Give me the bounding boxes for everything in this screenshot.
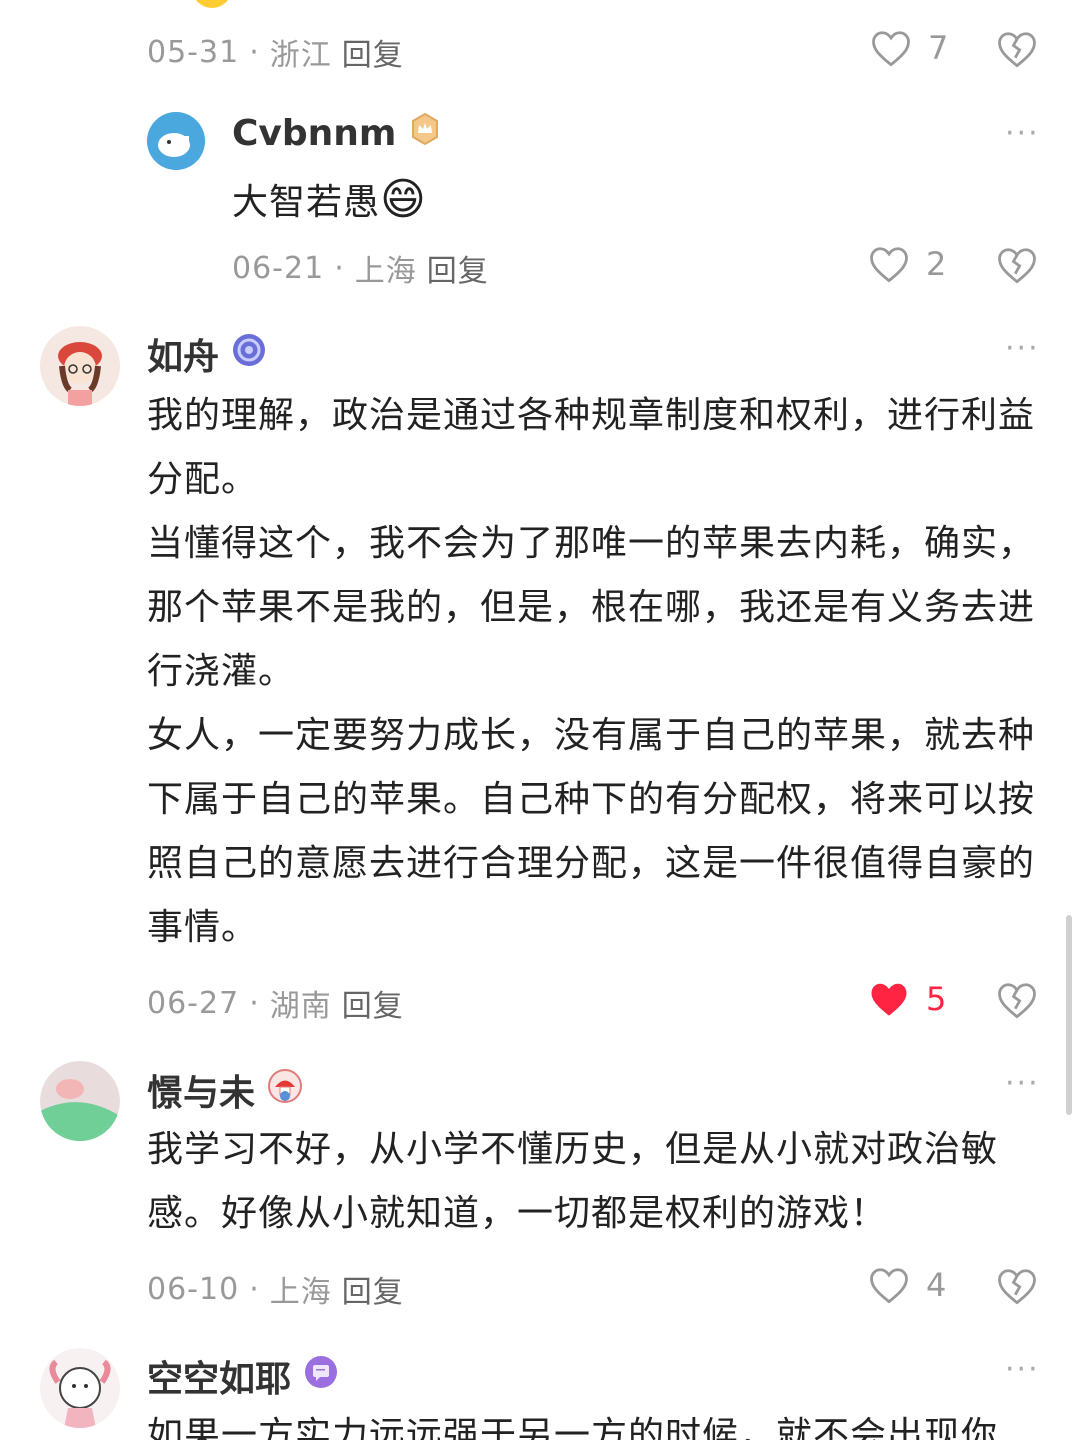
reply-button[interactable]: 回复 xyxy=(342,30,404,74)
broken-heart-icon[interactable] xyxy=(996,28,1038,70)
comment-text: 我学习不好，从小学不懂历史，但是从小就对政治敏感。好像从小就知道，一切都是权利的… xyxy=(147,1118,1037,1246)
heart-filled-icon xyxy=(871,983,907,1016)
comment-paragraph: 女人，一定要努力成长，没有属于自己的苹果，就去种下属于自己的苹果。自己种下的有分… xyxy=(147,715,1036,948)
comment-paragraph: 当懂得这个，我不会为了那唯一的苹果去内耗，确实，那个苹果不是我的，但是，根在哪，… xyxy=(147,523,1036,692)
comment-date: 06-27 xyxy=(147,985,240,1021)
avatar[interactable] xyxy=(40,1061,120,1141)
partial-emoji xyxy=(192,0,232,8)
more-button[interactable]: ··· xyxy=(1005,1355,1040,1385)
comment-location: 浙江 xyxy=(269,38,332,73)
message-badge-icon xyxy=(303,1354,339,1399)
broken-heart-icon[interactable] xyxy=(996,1265,1038,1307)
broken-heart-icon[interactable] xyxy=(996,244,1038,286)
comment-text-body: 大智若愚 xyxy=(232,182,381,223)
meta-separator: · xyxy=(334,250,345,286)
username-row: 空空如耶 xyxy=(147,1350,339,1402)
comment-location: 上海 xyxy=(269,1275,332,1310)
broken-heart-icon[interactable] xyxy=(996,979,1038,1021)
comment-location: 上海 xyxy=(354,254,417,289)
comment-location: 湖南 xyxy=(269,989,332,1024)
more-button[interactable]: ··· xyxy=(1005,334,1040,364)
mushroom-badge-icon xyxy=(267,1068,303,1113)
username[interactable]: 如舟 xyxy=(147,328,219,380)
comment-date: 06-10 xyxy=(147,1271,240,1307)
heart-outline-icon xyxy=(870,1268,908,1304)
comment-text: 大智若愚😄 xyxy=(232,168,427,235)
grinning-face-icon: 😄 xyxy=(380,174,427,225)
like-button[interactable]: 5 xyxy=(868,979,946,1019)
avatar[interactable] xyxy=(40,1348,120,1428)
meta-separator: · xyxy=(249,1271,260,1307)
like-count: 4 xyxy=(926,1266,947,1304)
more-button[interactable]: ··· xyxy=(1005,1069,1040,1099)
heart-outline-icon xyxy=(870,247,908,283)
avatar[interactable] xyxy=(40,326,120,406)
comment-text: 我的理解，政治是通过各种规章制度和权利，进行利益分配。 当懂得这个，我不会为了那… xyxy=(147,384,1037,960)
comment-text: 如果一方实力远远强于另一方的时候，就不会出现你 xyxy=(147,1404,1037,1440)
avatar-image xyxy=(40,1348,120,1428)
comment-paragraph: 如果一方实力远远强于另一方的时候，就不会出现你 xyxy=(147,1415,999,1440)
comment-paragraph: 我的理解，政治是通过各种规章制度和权利，进行利益分配。 xyxy=(147,395,1036,500)
avatar-image xyxy=(147,112,205,170)
reply-button[interactable]: 回复 xyxy=(427,246,489,290)
meta-separator: · xyxy=(249,985,260,1021)
username[interactable]: 憬与未 xyxy=(147,1064,255,1116)
comment-meta: 06-10 · 上海 回复 xyxy=(147,1267,404,1311)
avatar-image xyxy=(40,1061,120,1141)
comment-date: 05-31 xyxy=(147,34,240,70)
meta-separator: · xyxy=(249,34,260,70)
like-button[interactable]: 2 xyxy=(868,244,946,284)
username[interactable]: 空空如耶 xyxy=(147,1350,291,1402)
level-badge-icon xyxy=(231,332,267,377)
avatar-image xyxy=(40,326,120,406)
comment-meta: 06-27 · 湖南 回复 xyxy=(147,981,404,1025)
heart-outline-icon xyxy=(872,31,910,67)
username-row: 憬与未 xyxy=(147,1064,303,1116)
reply-button[interactable]: 回复 xyxy=(342,981,404,1025)
like-count: 7 xyxy=(928,29,949,67)
comment-date: 06-21 xyxy=(232,250,325,286)
scrollbar[interactable] xyxy=(1066,915,1072,1115)
username-row: 如舟 xyxy=(147,328,267,380)
reply-button[interactable]: 回复 xyxy=(342,1267,404,1311)
avatar[interactable] xyxy=(147,112,205,170)
comment-meta: 05-31 · 浙江 回复 xyxy=(147,30,404,74)
more-button[interactable]: ··· xyxy=(1005,119,1040,149)
like-count: 2 xyxy=(926,245,947,283)
crown-badge-icon xyxy=(408,112,442,155)
comment-meta: 06-21 · 上海 回复 xyxy=(232,246,489,290)
comment-paragraph: 我学习不好，从小学不懂历史，但是从小就对政治敏感。好像从小就知道，一切都是权利的… xyxy=(147,1129,999,1234)
like-count: 5 xyxy=(926,980,947,1018)
username[interactable]: Cvbnnm xyxy=(232,113,396,154)
username-row: Cvbnnm xyxy=(232,112,442,155)
like-button[interactable]: 7 xyxy=(870,28,948,68)
like-button[interactable]: 4 xyxy=(868,1265,946,1305)
